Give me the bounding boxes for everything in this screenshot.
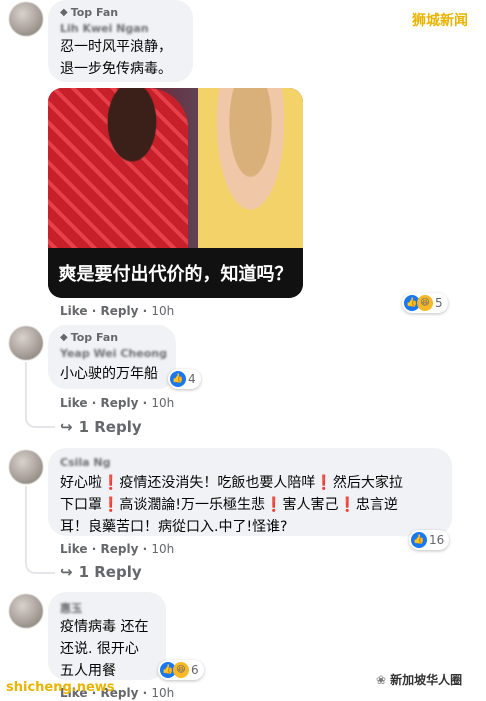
timestamp[interactable]: 10h	[151, 542, 174, 556]
haha-emoji-icon: 😆	[417, 295, 433, 311]
avatar[interactable]	[9, 2, 43, 36]
thread-connector	[25, 548, 55, 574]
image-person-left	[48, 88, 188, 258]
like-thumb-icon: 👍	[411, 532, 427, 548]
comment-bubble: ◆ Top Fan Yeap Wei Cheong 小心驶的万年船	[48, 325, 176, 389]
comment-line: 耳！良藥苦口！病從口入.中了!怪谁?	[60, 519, 288, 535]
image-caption: 爽是要付出代价的，知道吗？	[48, 248, 303, 298]
reaction-summary[interactable]: 👍 😆 5	[402, 293, 448, 313]
badge-label: Top Fan	[70, 6, 119, 19]
comment-text: 好心啦❗疫情还没消失！吃飯也要人陪咩❗然后大家拉 下口罩❗高谈濶論!万一乐極生悲…	[60, 472, 450, 538]
reaction-count: 6	[191, 663, 199, 677]
wechat-icon: ❀	[376, 672, 387, 687]
watermark-bottom-right: ❀ 新加坡华人圈	[372, 670, 467, 689]
timestamp[interactable]: 10h	[151, 686, 174, 700]
comment-text: 小心驶的万年船	[60, 363, 158, 385]
avatar[interactable]	[9, 326, 43, 360]
watermark-text: 新加坡华人圈	[390, 673, 463, 687]
haha-emoji-icon: 😆	[173, 662, 189, 678]
comment-bubble: 惠玉 疫情病毒 还在 还说. 很开心 五人用餐	[48, 592, 166, 680]
commenter-name[interactable]: Lih Kwei Ngan	[60, 22, 149, 35]
like-link[interactable]: Like	[60, 542, 88, 556]
avatar[interactable]	[9, 594, 43, 628]
watermark-top-right: 狮城新闻	[412, 13, 468, 29]
reply-link[interactable]: Reply	[100, 542, 138, 556]
comment-line: 小心驶的万年船	[60, 366, 158, 382]
comment-line: 忍一时风平浪静，	[60, 39, 172, 55]
reaction-count: 4	[188, 372, 196, 386]
thread-line	[25, 486, 27, 548]
comment-line: 退一步免传病毒。	[60, 61, 172, 77]
reply-arrow-icon: ↪	[60, 418, 73, 436]
comment-bubble: Csila Ng 好心啦❗疫情还没消失！吃飯也要人陪咩❗然后大家拉 下口罩❗高谈…	[48, 448, 452, 536]
replies-label: 1 Reply	[78, 563, 142, 581]
like-link[interactable]: Like	[60, 304, 88, 318]
view-replies-button[interactable]: ↪ 1 Reply	[60, 563, 142, 581]
timestamp[interactable]: 10h	[151, 304, 174, 318]
comment-line: 疫情病毒 还在	[60, 619, 149, 635]
commenter-name[interactable]: Csila Ng	[60, 456, 111, 469]
comment-line: 五人用餐	[60, 663, 116, 679]
reaction-count: 5	[435, 296, 443, 310]
comment-text: 疫情病毒 还在 还说. 很开心 五人用餐	[60, 616, 148, 682]
like-thumb-icon: 👍	[170, 371, 186, 387]
top-fan-badge: ◆ Top Fan	[60, 6, 118, 19]
comment-actions: Like · Reply · 10h	[60, 304, 175, 318]
avatar[interactable]	[9, 450, 43, 484]
comment-text: 忍一时风平浪静， 退一步免传病毒。	[60, 36, 172, 80]
reaction-count: 16	[429, 533, 445, 547]
top-fan-badge: ◆ Top Fan	[60, 331, 118, 344]
reaction-summary[interactable]: 👍 4	[168, 369, 201, 389]
reaction-summary[interactable]: 👍 16	[409, 530, 450, 550]
reply-arrow-icon: ↪	[60, 563, 73, 581]
replies-label: 1 Reply	[78, 418, 142, 436]
comment-image[interactable]: 爽是要付出代价的，知道吗？	[48, 88, 303, 298]
badge-diamond-icon: ◆	[60, 7, 68, 18]
comment-actions: Like · Reply · 10h	[60, 542, 175, 556]
reaction-summary[interactable]: 👍 😆 6	[158, 660, 204, 680]
comment-line: 好心啦❗疫情还没消失！吃飯也要人陪咩❗然后大家拉	[60, 475, 403, 491]
commenter-name[interactable]: 惠玉	[60, 600, 82, 616]
thread-line	[25, 362, 27, 402]
badge-diamond-icon: ◆	[60, 332, 68, 343]
comment-line: 下口罩❗高谈濶論!万一乐極生悲❗害人害己❗忠言逆	[60, 497, 398, 513]
comment-actions: Like · Reply · 10h	[60, 396, 175, 410]
thread-connector	[25, 402, 55, 428]
comment-line: 还说. 很开心	[60, 641, 139, 657]
image-person-right	[198, 88, 303, 258]
watermark-bottom-left: shicheng.news	[6, 680, 115, 695]
comment-bubble: ◆ Top Fan Lih Kwei Ngan 忍一时风平浪静， 退一步免传病毒…	[48, 0, 193, 82]
reply-link[interactable]: Reply	[100, 396, 138, 410]
badge-label: Top Fan	[70, 331, 119, 344]
reply-link[interactable]: Reply	[100, 304, 138, 318]
view-replies-button[interactable]: ↪ 1 Reply	[60, 418, 142, 436]
commenter-name[interactable]: Yeap Wei Cheong	[60, 347, 167, 360]
like-link[interactable]: Like	[60, 396, 88, 410]
timestamp[interactable]: 10h	[151, 396, 174, 410]
